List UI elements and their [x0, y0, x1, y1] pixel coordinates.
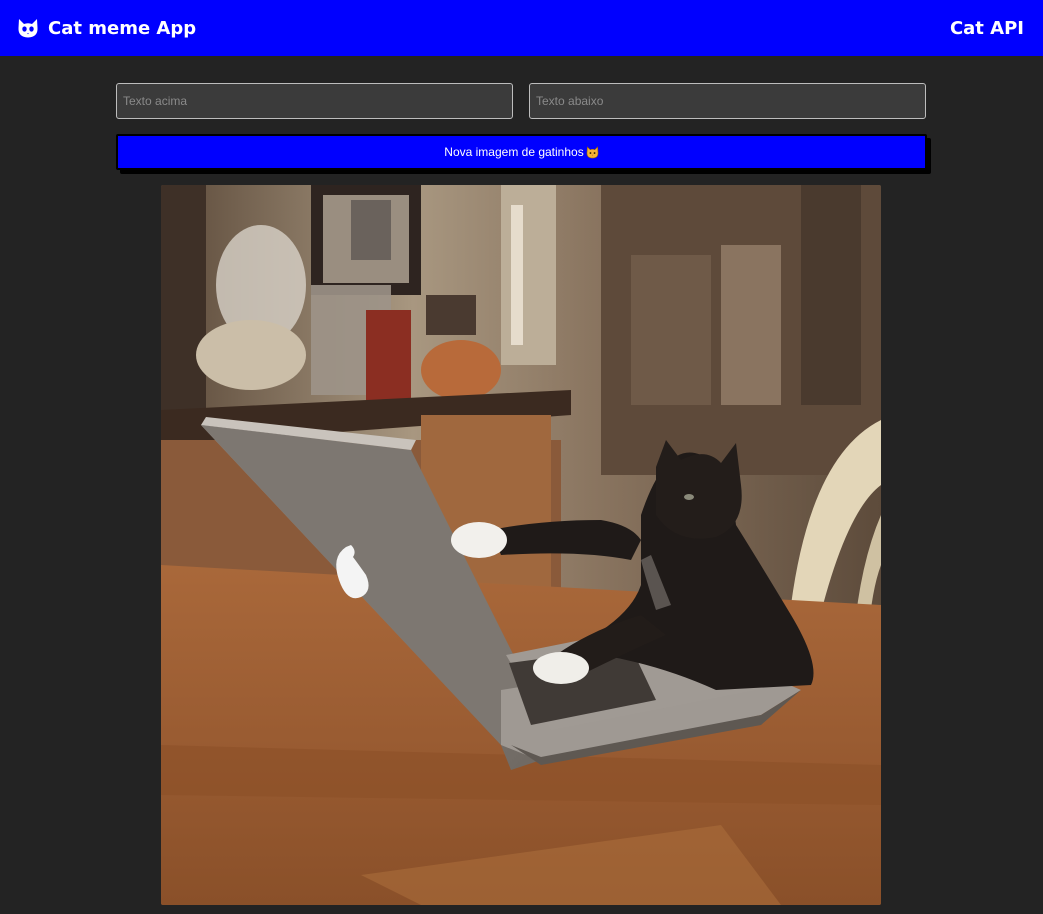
cat-emoji-icon [586, 145, 599, 159]
new-cat-image-button[interactable]: Nova imagem de gatinhos [116, 134, 927, 170]
new-cat-image-button-label: Nova imagem de gatinhos [444, 145, 584, 159]
top-text-input[interactable] [116, 83, 513, 119]
cat-api-link[interactable]: Cat API [950, 18, 1024, 39]
cat-face-icon [17, 17, 39, 39]
meme-text-form [116, 83, 926, 119]
app-title: Cat meme App [48, 17, 197, 39]
cat-meme-image [161, 185, 881, 905]
navbar: Cat meme App Cat API [0, 0, 1043, 56]
cat-laptop-picture [161, 185, 881, 905]
bottom-text-input[interactable] [529, 83, 926, 119]
brand[interactable]: Cat meme App [17, 17, 196, 39]
